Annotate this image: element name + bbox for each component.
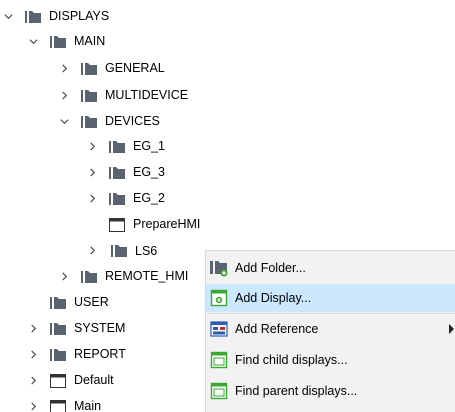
tree-item-user[interactable]: USER (27, 290, 109, 315)
tree-item-label: SYSTEM (74, 321, 126, 335)
add-reference-icon (209, 320, 229, 338)
tree-item-label: DISPLAYS (49, 9, 110, 23)
menu-item-add-reference[interactable]: Add Reference (206, 315, 455, 343)
tree-item-system[interactable]: SYSTEM (27, 316, 125, 341)
tree-item-eg-3[interactable]: EG_3 (86, 160, 165, 185)
chevron-right-icon[interactable] (58, 270, 71, 283)
chevron-right-icon[interactable] (58, 89, 71, 102)
chevron-down-icon[interactable] (58, 115, 71, 128)
tree-item-label: GENERAL (105, 61, 165, 75)
chevron-right-icon[interactable] (58, 62, 71, 75)
menu-item-label: Add Display... (235, 291, 312, 305)
tree-item-label: MAIN (74, 34, 106, 48)
chevron-right-icon[interactable] (27, 348, 40, 361)
menu-item-add-folder[interactable]: Add Folder... (206, 254, 455, 282)
folder-icon (49, 35, 67, 49)
menu-item-label: Find child displays... (235, 353, 348, 367)
tree-item-devices[interactable]: DEVICES (58, 109, 160, 134)
folder-icon (80, 115, 98, 129)
chevron-right-icon[interactable] (86, 244, 99, 257)
folder-icon (80, 89, 98, 103)
find-child-displays-icon (209, 351, 229, 369)
tree-item-label: REMOTE_HMI (105, 269, 189, 283)
find-parent-displays-icon (209, 382, 229, 400)
folder-icon (24, 10, 42, 24)
tree-item-eg-2[interactable]: EG_2 (86, 186, 165, 211)
menu-item-label: Find parent displays... (235, 384, 358, 398)
tree-item-general[interactable]: GENERAL (58, 56, 165, 81)
submenu-arrow-icon (449, 324, 454, 334)
add-display-icon (209, 289, 229, 307)
folder-icon (49, 296, 67, 310)
tree-item-label: LS6 (135, 243, 158, 258)
tree-item-label: Main (74, 399, 102, 412)
chevron-right-icon[interactable] (86, 166, 99, 179)
folder-icon (110, 244, 128, 258)
tree-item-report[interactable]: REPORT (27, 342, 126, 367)
menu-separator (209, 313, 455, 314)
menu-item-label: Add Reference (235, 322, 319, 336)
tree-item-label: EG_1 (133, 139, 165, 153)
chevron-down-icon[interactable] (27, 35, 40, 48)
tree-item-eg-1[interactable]: EG_1 (86, 134, 165, 159)
folder-icon (49, 348, 67, 362)
tree-item-default[interactable]: Default (27, 368, 114, 393)
add-folder-icon (209, 259, 229, 277)
folder-icon (49, 322, 67, 336)
tree-item-label: EG_2 (133, 191, 165, 205)
chevron-right-icon[interactable] (86, 192, 99, 205)
tree-item-label: DEVICES (105, 114, 160, 128)
tree-item-label: MULTIDEVICE (105, 88, 189, 102)
chevron-right-icon[interactable] (27, 374, 40, 387)
display-icon (108, 217, 126, 232)
folder-icon (108, 166, 126, 180)
folder-icon (108, 140, 126, 154)
tree-item-multidevice[interactable]: MULTIDEVICE (58, 83, 188, 108)
folder-icon (108, 192, 126, 206)
folder-icon (80, 270, 98, 284)
folder-icon (80, 62, 98, 76)
tree-item-main-display[interactable]: Main (27, 394, 101, 412)
menu-item-find-parent-displays[interactable]: Find parent displays... (206, 377, 455, 405)
tree-item-remote-hmi[interactable]: REMOTE_HMI (58, 264, 188, 289)
tree-item-label: EG_3 (133, 165, 165, 179)
tree-item-label: REPORT (74, 347, 126, 361)
chevron-right-icon[interactable] (27, 400, 40, 412)
chevron-down-icon[interactable] (2, 10, 15, 23)
menu-item-find-child-displays[interactable]: Find child displays... (206, 346, 455, 374)
menu-item-label: Add Folder... (235, 261, 306, 275)
chevron-right-icon[interactable] (27, 322, 40, 335)
tree-item-label: PrepareHMI (133, 217, 201, 231)
tree-item-preparehmi[interactable]: PrepareHMI (86, 212, 200, 237)
chevron-right-icon[interactable] (86, 140, 99, 153)
context-menu: Add Folder... Add Display... Add Referen… (205, 250, 455, 412)
tree-item-main[interactable]: MAIN (27, 29, 105, 54)
tree-item-label: Default (74, 373, 114, 387)
display-icon (49, 373, 67, 388)
menu-item-add-display[interactable]: Add Display... (206, 284, 455, 312)
tree-item-label: USER (74, 295, 109, 309)
tree-item-displays[interactable]: DISPLAYS (2, 4, 109, 29)
display-icon (49, 399, 67, 412)
